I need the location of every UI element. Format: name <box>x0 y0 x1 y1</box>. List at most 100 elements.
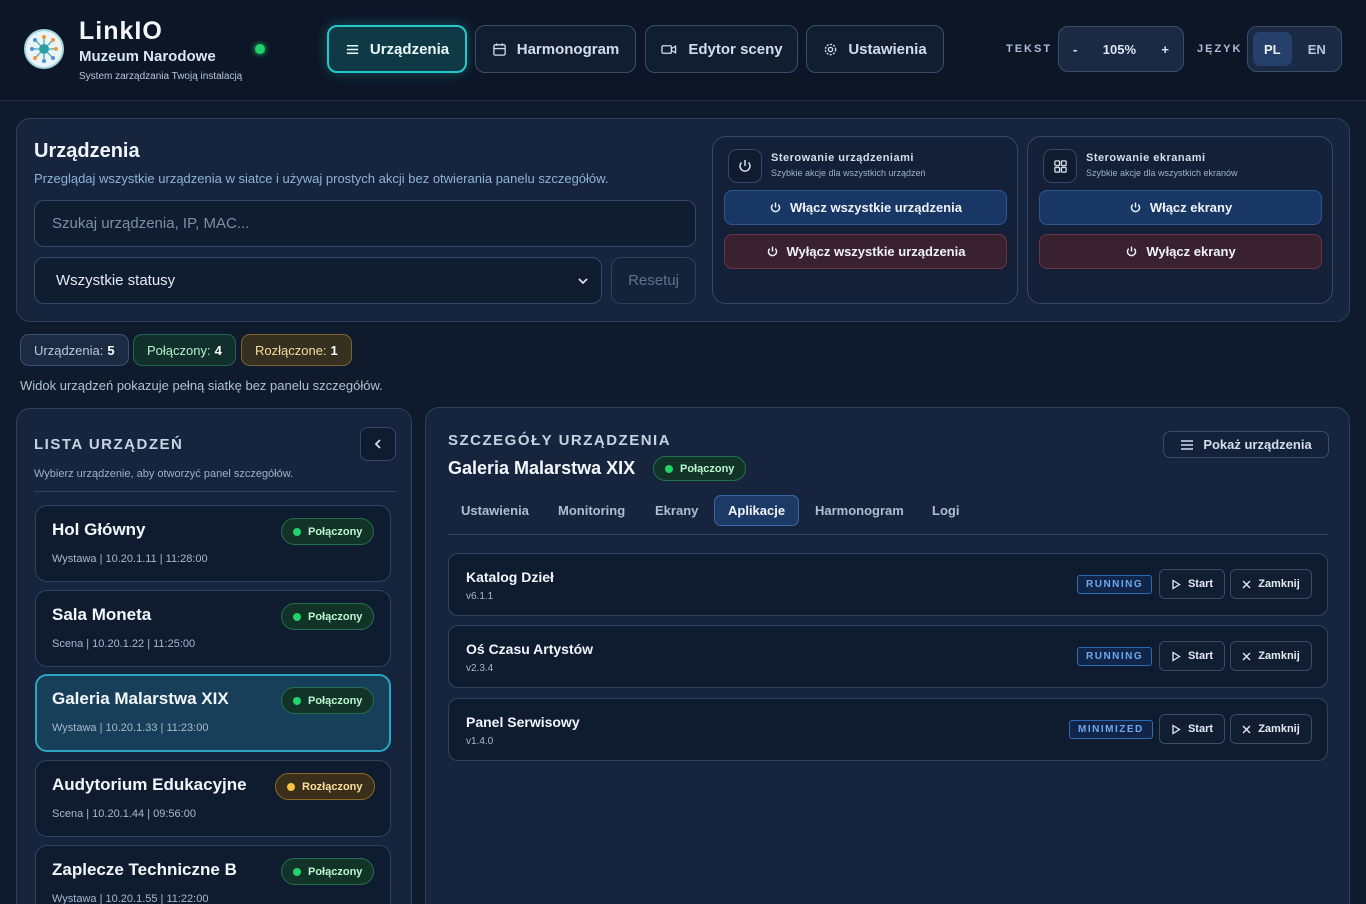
nav-label: Harmonogram <box>516 40 620 58</box>
status-filter-select[interactable]: Wszystkie statusy <box>34 257 602 304</box>
gear-icon <box>825 43 837 55</box>
text-size-control: - 105% + <box>1058 26 1184 72</box>
status-dot <box>287 782 295 791</box>
text-size-increase-button[interactable]: + <box>1161 42 1169 57</box>
start-app-button[interactable]: Start <box>1159 569 1225 599</box>
device-details-panel: SZCZEGÓŁY URZĄDZENIA Galeria Malarstwa X… <box>425 407 1350 904</box>
screen-control-card: Sterowanie ekranami Szybkie akcje dla ws… <box>1027 136 1333 304</box>
button-label: Start <box>1187 578 1214 590</box>
device-control-title: Sterowanie urządzeniami <box>771 152 914 164</box>
collapse-list-button[interactable] <box>360 427 396 461</box>
show-devices-button[interactable]: Pokaż urządzenia <box>1163 431 1329 458</box>
online-status-indicator <box>255 44 265 54</box>
close-app-button[interactable]: Zamknij <box>1230 714 1312 744</box>
button-label: Zamknij <box>1258 650 1300 662</box>
status-label: Połączony <box>308 694 363 707</box>
turn-on-screens-button[interactable]: Włącz ekrany <box>1039 190 1322 225</box>
status-badge: Połączony <box>281 687 375 714</box>
device-card-selected[interactable]: Galeria Malarstwa XIX Wystawa | 10.20.1.… <box>35 674 391 752</box>
device-control-subtitle: Szybkie akcje dla wszystkich urządzeń <box>771 168 926 178</box>
button-label: Włącz wszystkie urządzenia <box>790 200 962 215</box>
device-control-card: Sterowanie urządzeniami Szybkie akcje dl… <box>712 136 1018 304</box>
device-card[interactable]: Audytorium Edukacyjne Scena | 10.20.1.44… <box>35 760 391 837</box>
text-size-label: TEKST <box>1006 43 1053 55</box>
button-label: Zamknij <box>1258 723 1300 735</box>
start-app-button[interactable]: Start <box>1159 641 1225 671</box>
power-icon <box>1127 246 1137 257</box>
nav-schedule-button[interactable]: Harmonogram <box>475 25 636 73</box>
connected-devices-badge: Połączony: 4 <box>133 334 236 366</box>
badge-value: 4 <box>214 342 222 358</box>
disconnected-devices-badge: Rozłączone: 1 <box>241 334 352 366</box>
nav-settings-button[interactable]: Ustawienia <box>806 25 944 73</box>
text-size-value: 105% <box>1102 41 1136 57</box>
text-size-decrease-button[interactable]: - <box>1073 42 1077 57</box>
status-filter-value: Wszystkie statusy <box>56 272 176 289</box>
device-search-input[interactable] <box>34 200 696 247</box>
status-label: Połączony <box>308 610 363 623</box>
language-en-button[interactable]: EN <box>1298 32 1337 66</box>
device-list-subtitle: Wybierz urządzenie, aby otworzyć panel s… <box>34 468 294 480</box>
device-list-panel: LISTA URZĄDZEŃ Wybierz urządzenie, aby o… <box>16 408 412 904</box>
badge-label: Urządzenia: <box>34 342 104 358</box>
app-row: Oś Czasu Artystów v2.3.4 RUNNING Start Z… <box>448 625 1328 688</box>
start-app-button[interactable]: Start <box>1159 714 1225 744</box>
close-app-button[interactable]: Zamknij <box>1230 569 1312 599</box>
reset-filters-button[interactable]: Resetuj <box>611 257 696 304</box>
close-icon <box>1242 725 1251 733</box>
menu-icon <box>1181 439 1194 450</box>
top-bar: LinkIO Muzeum Narodowe System zarządzani… <box>0 0 1366 101</box>
status-badge: Rozłączony <box>275 773 375 800</box>
status-badge: Połączony <box>653 456 747 481</box>
close-icon <box>1242 580 1251 588</box>
turn-on-all-devices-button[interactable]: Włącz wszystkie urządzenia <box>724 190 1007 225</box>
close-app-button[interactable]: Zamknij <box>1230 641 1312 671</box>
status-dot <box>293 612 301 621</box>
nav-scene-editor-button[interactable]: Edytor sceny <box>645 25 798 73</box>
nav-label: Ustawienia <box>848 40 927 58</box>
total-devices-badge: Urządzenia: 5 <box>20 334 129 366</box>
device-list-title: LISTA URZĄDZEŃ <box>34 436 184 453</box>
nav-devices-button[interactable]: Urządzenia <box>327 25 467 73</box>
tab-logs[interactable]: Logi <box>919 495 972 526</box>
page-title: Urządzenia <box>34 140 140 162</box>
page-description: Przeglądaj wszystkie urządzenia w siatce… <box>34 171 609 186</box>
tab-schedule[interactable]: Harmonogram <box>802 495 917 526</box>
app-row: Katalog Dzieł v6.1.1 RUNNING Start Zamkn… <box>448 553 1328 616</box>
badge-label: Rozłączone: <box>255 342 327 358</box>
button-label: Wyłącz wszystkie urządzenia <box>786 244 966 259</box>
menu-icon <box>346 44 359 54</box>
video-icon <box>661 44 677 54</box>
app-name: Panel Serwisowy <box>466 714 580 730</box>
tab-settings[interactable]: Ustawienia <box>448 495 542 526</box>
power-icon <box>728 149 762 183</box>
grid-icon <box>1043 149 1077 183</box>
calendar-icon <box>492 42 506 56</box>
device-name: Audytorium Edukacyjne <box>52 775 247 794</box>
language-label: JĘZYK <box>1197 43 1243 55</box>
screen-control-title: Sterowanie ekranami <box>1086 152 1206 164</box>
device-card[interactable]: Zaplecze Techniczne B Wystawa | 10.20.1.… <box>35 845 391 904</box>
status-dot <box>293 867 301 876</box>
device-name: Zaplecze Techniczne B <box>52 860 237 879</box>
chevron-left-icon <box>374 439 381 449</box>
language-pl-button[interactable]: PL <box>1253 32 1292 66</box>
divider <box>34 491 396 492</box>
logo-icon <box>24 29 64 69</box>
play-icon <box>1172 650 1181 662</box>
turn-off-screens-button[interactable]: Wyłącz ekrany <box>1039 234 1322 269</box>
tab-screens[interactable]: Ekrany <box>642 495 711 526</box>
button-label: Wyłącz ekrany <box>1146 244 1236 259</box>
badge-value: 5 <box>107 342 115 358</box>
tab-monitoring[interactable]: Monitoring <box>545 495 638 526</box>
language-switcher: PL EN <box>1247 26 1342 72</box>
app-state-badge: RUNNING <box>1077 575 1153 594</box>
device-card[interactable]: Hol Główny Wystawa | 10.20.1.11 | 11:28:… <box>35 505 391 582</box>
tab-applications[interactable]: Aplikacje <box>714 495 800 526</box>
device-card[interactable]: Sala Moneta Scena | 10.20.1.22 | 11:25:0… <box>35 590 391 667</box>
turn-off-all-devices-button[interactable]: Wyłącz wszystkie urządzenia <box>724 234 1007 269</box>
nav-label: Edytor sceny <box>688 40 783 58</box>
app-name: Oś Czasu Artystów <box>466 641 594 657</box>
badge-label: Połączony: <box>147 342 211 358</box>
status-badge: Połączony <box>281 858 375 885</box>
